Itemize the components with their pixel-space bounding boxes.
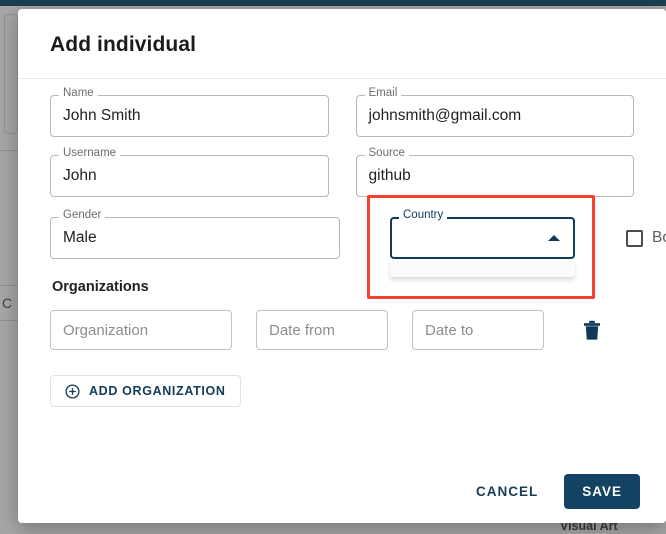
add-organization-label: ADD ORGANIZATION — [89, 384, 226, 398]
dialog-body: Name John Smith Email johnsmith@gmail.co… — [18, 79, 666, 407]
country-dropdown-panel[interactable] — [390, 261, 575, 277]
email-field-label: Email — [364, 87, 402, 100]
country-field-label: Country — [399, 209, 448, 222]
add-organization-button[interactable]: ADD ORGANIZATION — [50, 375, 241, 407]
chevron-up-icon[interactable] — [548, 235, 560, 241]
dialog-title: Add individual — [50, 33, 197, 56]
name-field-frame[interactable]: John Smith — [50, 95, 329, 137]
bot-checkbox[interactable] — [626, 229, 643, 247]
username-field-frame[interactable]: John — [50, 155, 329, 197]
source-field[interactable]: Source github — [355, 147, 634, 197]
organization-date-to-placeholder: Date to — [425, 321, 474, 339]
gender-field-frame[interactable]: Male — [50, 217, 340, 259]
source-field-frame[interactable]: github — [355, 155, 634, 197]
field-row-name-email: Name John Smith Email johnsmith@gmail.co… — [50, 87, 634, 137]
organization-name-placeholder: Organization — [63, 321, 149, 339]
email-field[interactable]: Email johnsmith@gmail.com — [355, 87, 634, 137]
dialog-footer: CANCEL SAVE — [18, 459, 666, 523]
email-field-value: johnsmith@gmail.com — [368, 107, 522, 125]
bot-checkbox-label: Bot — [652, 229, 666, 246]
country-field[interactable]: Country — [390, 209, 575, 277]
add-individual-dialog: Add individual Name John Smith Email joh… — [18, 9, 666, 523]
country-field-frame[interactable] — [390, 217, 575, 259]
name-field[interactable]: Name John Smith — [50, 87, 329, 137]
name-field-label: Name — [59, 87, 98, 100]
organization-row: Organization Date from Date to — [50, 310, 634, 350]
field-row-gender-country-bot: Gender Male Country Bot — [50, 195, 666, 299]
organization-date-from-input[interactable]: Date from — [256, 310, 388, 350]
username-field[interactable]: Username John — [50, 147, 329, 197]
organizations-heading: Organizations — [52, 279, 149, 295]
organization-name-input[interactable]: Organization — [50, 310, 232, 350]
gender-field-label: Gender — [59, 209, 106, 222]
email-field-frame[interactable]: johnsmith@gmail.com — [355, 95, 634, 137]
organization-date-to-input[interactable]: Date to — [412, 310, 544, 350]
save-button[interactable]: SAVE — [564, 473, 640, 509]
trash-icon — [584, 320, 600, 340]
source-field-value: github — [368, 167, 411, 185]
field-row-username-source: Username John Source github — [50, 147, 634, 197]
country-field-wrapper: Country — [367, 195, 595, 299]
name-field-value: John Smith — [63, 107, 141, 125]
gender-field-value: Male — [63, 229, 97, 247]
gender-field[interactable]: Gender Male — [50, 209, 340, 259]
plus-circle-icon — [65, 383, 80, 399]
username-field-value: John — [63, 167, 97, 185]
cancel-button[interactable]: CANCEL — [464, 475, 550, 508]
bot-checkbox-wrapper[interactable]: Bot — [626, 217, 666, 259]
source-field-label: Source — [364, 147, 409, 160]
username-field-label: Username — [59, 147, 121, 160]
organization-date-from-placeholder: Date from — [269, 321, 335, 339]
delete-organization-button[interactable] — [580, 317, 604, 343]
